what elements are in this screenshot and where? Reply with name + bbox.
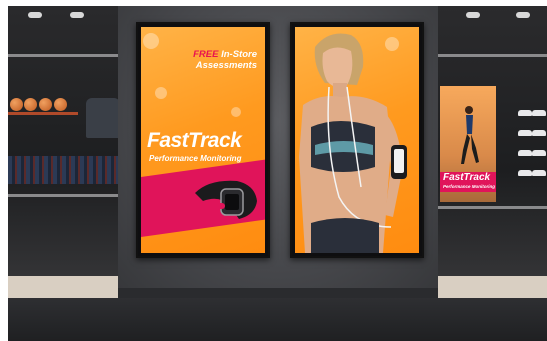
- shoe: [532, 170, 546, 176]
- shelf: [8, 194, 120, 197]
- clothing-rack: [8, 156, 120, 184]
- basketball: [54, 98, 67, 111]
- shoe: [518, 170, 532, 176]
- hanging-shirt: [86, 98, 120, 138]
- shelf: [436, 54, 547, 57]
- shoe: [532, 110, 546, 116]
- floor: [8, 298, 547, 341]
- shelf: [436, 206, 547, 209]
- digital-signage-right: [290, 22, 424, 258]
- shoe: [532, 150, 546, 156]
- shoe: [532, 130, 546, 136]
- brand-title: FastTrack: [147, 129, 242, 152]
- brand-tagline: Performance Monitoring: [149, 154, 242, 163]
- offer-line-1: In-Store: [221, 49, 257, 60]
- bokeh-light: [155, 87, 167, 99]
- bokeh-light: [231, 107, 241, 117]
- mini-ad-tagline: Performance Monitoring: [443, 184, 496, 189]
- basketball: [10, 98, 23, 111]
- fitness-band-icon: [195, 180, 257, 219]
- mini-ad-display: FastTrack Performance Monitoring: [440, 86, 496, 202]
- store-interior-left: [8, 6, 120, 306]
- ceiling-light: [70, 12, 84, 18]
- offer-text: FREE In-Store Assessments: [193, 49, 257, 71]
- runner-icon: [461, 106, 479, 164]
- shoe: [518, 130, 532, 136]
- shoe: [518, 110, 532, 116]
- store-scene: FastTrack Performance Monitoring FREE In…: [0, 0, 547, 341]
- athlete-woman: [299, 33, 407, 253]
- wall-plinth: [118, 288, 438, 298]
- bokeh-light: [143, 33, 159, 49]
- digital-signage-left: FREE In-Store Assessments FastTrack Perf…: [136, 22, 270, 258]
- basketball: [24, 98, 37, 111]
- mini-ad-brand: FastTrack: [443, 172, 491, 183]
- ceiling-light: [516, 12, 530, 18]
- left-screen-content: FREE In-Store Assessments FastTrack Perf…: [141, 27, 265, 253]
- ceiling-light: [28, 12, 42, 18]
- offer-line-2: Assessments: [195, 60, 257, 71]
- right-screen-content: [295, 27, 419, 253]
- shelf: [8, 54, 120, 57]
- shoe: [518, 150, 532, 156]
- ceiling-light: [466, 12, 480, 18]
- free-label: FREE: [193, 49, 219, 60]
- basketball: [39, 98, 52, 111]
- shelf: [8, 112, 78, 115]
